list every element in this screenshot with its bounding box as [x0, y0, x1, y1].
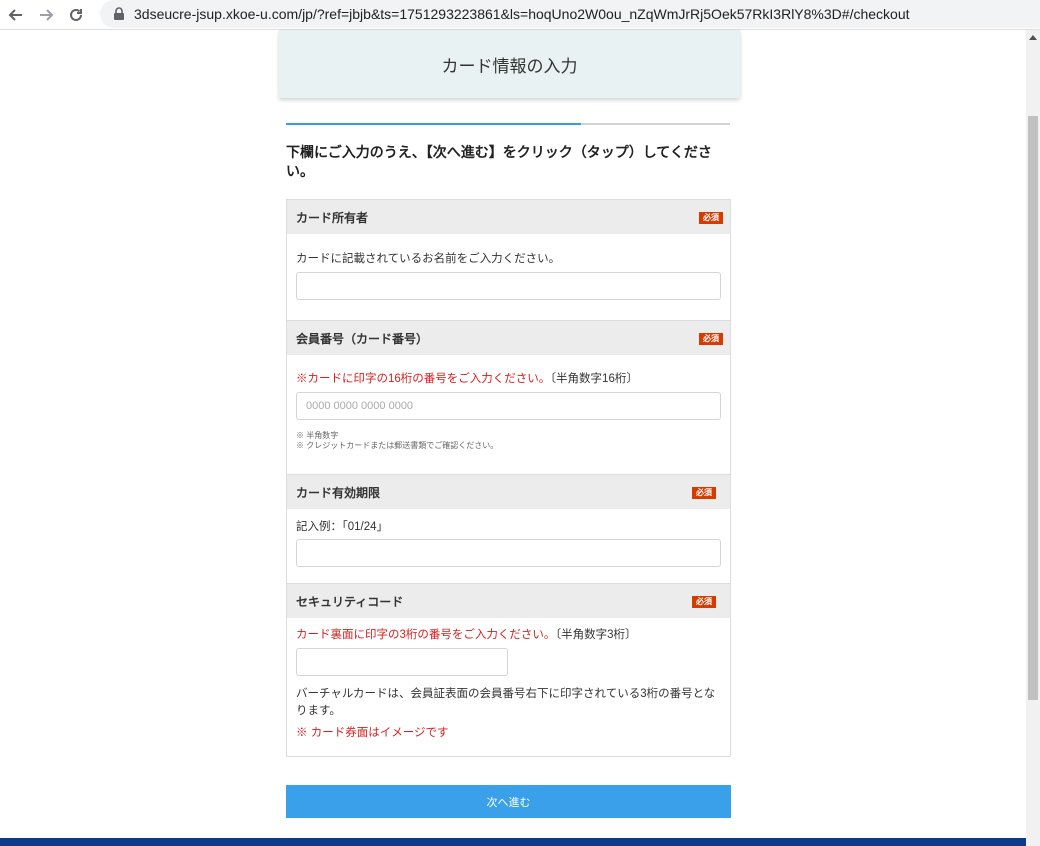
required-badge: 必須: [692, 596, 716, 608]
expiry-header: カード有効期限 必須: [287, 475, 730, 509]
security-note: ※ カード券面はイメージです: [296, 727, 449, 739]
number-desc-tail: 〔半角数字16桁〕: [550, 373, 638, 385]
security-header: セキュリティコード 必須: [287, 584, 730, 618]
security-title: セキュリティコード: [296, 594, 404, 609]
browser-toolbar: 3dseucre-jsup.xkoe-u.com/jp/?ref=jbjb&ts…: [0, 0, 1040, 30]
progress-bar: [286, 123, 730, 125]
page-header: カード情報の入力: [279, 30, 740, 98]
scroll-thumb[interactable]: [1028, 116, 1038, 700]
number-desc-red: ※カードに印字の16桁の番号をご入力ください。: [296, 373, 551, 385]
footer-bar: [0, 838, 1026, 846]
security-desc-tail: 〔半角数字3桁〕: [555, 629, 637, 641]
security-code-input[interactable]: [296, 648, 508, 676]
forward-arrow-icon[interactable]: [34, 3, 58, 27]
url-text: 3dseucre-jsup.xkoe-u.com/jp/?ref=jbjb&ts…: [134, 6, 910, 22]
holder-section: カード所有者 必須 カードに記載されているお名前をご入力ください。: [287, 200, 730, 320]
card-form: カード所有者 必須 カードに記載されているお名前をご入力ください。 会員番号（カ…: [286, 199, 731, 757]
security-desc-red: カード裏面に印字の3桁の番号をご入力ください。: [296, 629, 556, 641]
security-para: バーチャルカードは、会員証表面の会員番号右下に印字されている3桁の番号となります…: [296, 688, 716, 717]
holder-name-input[interactable]: [296, 272, 721, 300]
holder-header: カード所有者 必須: [287, 200, 730, 234]
security-desc: カード裏面に印字の3桁の番号をご入力ください。〔半角数字3桁〕: [296, 626, 637, 642]
page-title: カード情報の入力: [441, 56, 578, 76]
expiry-section: カード有効期限 必須 記入例：「01/24」: [287, 475, 730, 583]
number-header: 会員番号（カード番号） 必須: [287, 321, 730, 355]
holder-title: カード所有者: [296, 210, 369, 225]
expiry-title: カード有効期限: [296, 485, 381, 500]
card-number-input[interactable]: [296, 392, 721, 420]
number-section: 会員番号（カード番号） 必須 ※カードに印字の16桁の番号をご入力ください。〔半…: [287, 321, 730, 474]
reload-icon[interactable]: [64, 3, 88, 27]
progress-fill: [286, 123, 582, 125]
expiry-desc: 記入例：「01/24」: [296, 521, 389, 533]
security-section: セキュリティコード 必須 カード裏面に印字の3桁の番号をご入力ください。〔半角数…: [287, 584, 730, 756]
holder-desc: カードに記載されているお名前をご入力ください。: [296, 253, 561, 265]
address-bar[interactable]: 3dseucre-jsup.xkoe-u.com/jp/?ref=jbjb&ts…: [100, 0, 1040, 28]
required-badge: 必須: [692, 487, 716, 499]
required-badge: 必須: [699, 333, 723, 345]
number-title: 会員番号（カード番号）: [296, 331, 429, 346]
instruction-text: 下欄にご入力のうえ、【次へ進む】をクリック（タップ）してください。: [286, 144, 712, 179]
number-desc: ※カードに印字の16桁の番号をご入力ください。〔半角数字16桁〕: [296, 370, 638, 386]
number-note-1: ※ 半角数字: [296, 431, 339, 440]
number-note-2: ※ クレジットカードまたは郵送書類でご確認ください。: [296, 441, 499, 450]
next-button[interactable]: 次へ進む: [286, 785, 731, 818]
back-arrow-icon[interactable]: [4, 3, 28, 27]
page-scrollbar[interactable]: [1026, 30, 1040, 846]
scroll-up-icon[interactable]: [1026, 34, 1040, 46]
lock-icon: [114, 7, 124, 20]
expiry-input[interactable]: [296, 539, 721, 567]
required-badge: 必須: [699, 212, 723, 224]
